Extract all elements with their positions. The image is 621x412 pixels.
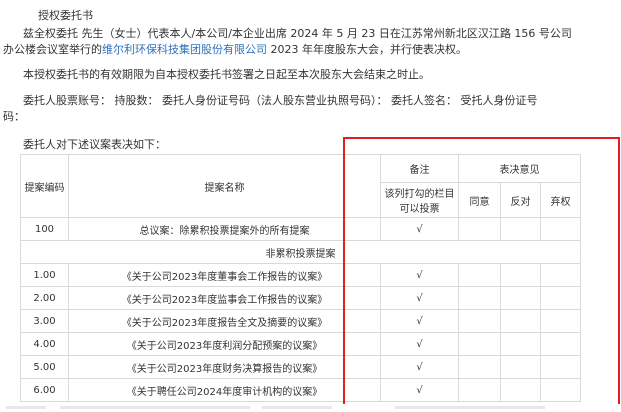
remark-check: √	[380, 378, 459, 402]
vote-abstain-cell[interactable]	[539, 332, 582, 356]
proposal-name: 《关于聘任公司2024年度审计机构的议案》	[68, 378, 381, 402]
vote-agree-cell[interactable]	[458, 332, 501, 356]
vote-agree-cell[interactable]	[458, 217, 501, 241]
section-row: 非累积投票提案	[19, 240, 582, 264]
vote-oppose-cell[interactable]	[500, 332, 541, 356]
vote-agree-cell[interactable]	[458, 286, 501, 310]
header-agree: 同意	[458, 182, 501, 218]
vote-oppose-cell[interactable]	[500, 378, 541, 402]
voting-table: 提案编码 提案名称 备注 表决意见 该列打勾的栏目可以投票 同意 反对 弃权 1…	[19, 154, 582, 402]
proposal-code: 6.00	[20, 378, 69, 402]
vote-oppose-cell[interactable]	[500, 309, 541, 333]
header-proposal-name: 提案名称	[68, 154, 381, 218]
table-row: 6.00 《关于聘任公司2024年度审计机构的议案》 √	[20, 378, 582, 402]
remark-check: √	[380, 309, 459, 333]
proposal-code: 4.00	[20, 332, 69, 356]
table-row: 100 总议案：除累积投票提案外的所有提案 √	[20, 217, 582, 241]
header-vote-opinion: 表决意见	[457, 154, 582, 183]
vote-oppose-cell[interactable]	[500, 355, 541, 379]
vote-abstain-cell[interactable]	[539, 309, 582, 333]
paragraph-entrust-line1: 兹全权委托 先生（女士）代表本人/本公司/本企业出席 2024 年 5 月 23…	[23, 27, 572, 40]
remark-check: √	[380, 355, 459, 379]
vote-abstain-cell[interactable]	[539, 286, 582, 310]
table-row: 3.00 《关于公司2023年度报告全文及摘要的议案》 √	[20, 309, 582, 333]
remark-check: √	[380, 217, 459, 241]
authorization-letter: 授权委托书 兹全权委托 先生（女士）代表本人/本公司/本企业出席 2024 年 …	[0, 0, 621, 412]
vote-abstain-cell[interactable]	[539, 355, 582, 379]
remark-check: √	[380, 286, 459, 310]
vote-abstain-cell[interactable]	[539, 263, 582, 287]
table-row: 1.00 《关于公司2023年度董事会工作报告的议案》 √	[20, 263, 582, 287]
vote-oppose-cell[interactable]	[500, 286, 541, 310]
vote-oppose-cell[interactable]	[500, 217, 541, 241]
proposal-code: 3.00	[20, 309, 69, 333]
cut-off-text-line	[0, 404, 621, 412]
proposal-code: 5.00	[20, 355, 69, 379]
vote-agree-cell[interactable]	[458, 378, 501, 402]
table-row: 4.00 《关于公司2023年度利润分配预案的议案》 √	[20, 332, 582, 356]
proposal-name: 《关于公司2023年度财务决算报告的议案》	[68, 355, 381, 379]
header-proposal-code: 提案编码	[20, 154, 69, 218]
remark-check: √	[380, 263, 459, 287]
vote-agree-cell[interactable]	[458, 355, 501, 379]
proposal-code: 1.00	[20, 263, 69, 287]
header-remark: 备注	[380, 154, 459, 183]
table-row: 2.00 《关于公司2023年度监事会工作报告的议案》 √	[20, 286, 582, 310]
proposal-name: 《关于公司2023年度监事会工作报告的议案》	[68, 286, 381, 310]
paragraph-entrust-prefix: 办公楼会议室举行的	[3, 43, 102, 56]
table-intro: 委托人对下述议案表决如下：	[23, 138, 166, 151]
paragraph-entrust-line2: 办公楼会议室举行的维尔利环保科技集团股份有限公司 2023 年年度股东大会，并行…	[3, 42, 467, 58]
vote-oppose-cell[interactable]	[500, 263, 541, 287]
proposal-name: 总议案：除累积投票提案外的所有提案	[68, 217, 381, 241]
paragraph-entrust-suffix: 2023 年年度股东大会，并行使表决权。	[267, 43, 467, 56]
proposal-name: 《关于公司2023年度利润分配预案的议案》	[68, 332, 381, 356]
vote-agree-cell[interactable]	[458, 263, 501, 287]
paragraph-validity: 本授权委托书的有效期限为自本授权委托书签署之日起至本次股东大会结束之时止。	[23, 68, 430, 81]
proposal-name: 《关于公司2023年度董事会工作报告的议案》	[68, 263, 381, 287]
paragraph-principal-info-cont: 码：	[3, 110, 25, 123]
header-remark-note: 该列打勾的栏目可以投票	[380, 182, 459, 218]
table-row: 5.00 《关于公司2023年度财务决算报告的议案》 √	[20, 355, 582, 379]
proposal-name: 《关于公司2023年度报告全文及摘要的议案》	[68, 309, 381, 333]
header-oppose: 反对	[500, 182, 541, 218]
vote-agree-cell[interactable]	[458, 309, 501, 333]
proposal-code: 2.00	[20, 286, 69, 310]
paragraph-principal-info: 委托人股票账号： 持股数： 委托人身份证号码（法人股东营业执照号码）： 委托人签…	[23, 94, 538, 107]
proposal-code: 100	[20, 217, 69, 241]
company-name-link: 维尔利环保科技集团股份有限公司	[102, 43, 267, 56]
document-title: 授权委托书	[38, 9, 93, 22]
vote-abstain-cell[interactable]	[539, 217, 582, 241]
vote-abstain-cell[interactable]	[539, 378, 582, 402]
header-abstain: 弃权	[539, 182, 582, 218]
section-non-cumulative: 非累积投票提案	[19, 240, 582, 264]
remark-check: √	[380, 332, 459, 356]
